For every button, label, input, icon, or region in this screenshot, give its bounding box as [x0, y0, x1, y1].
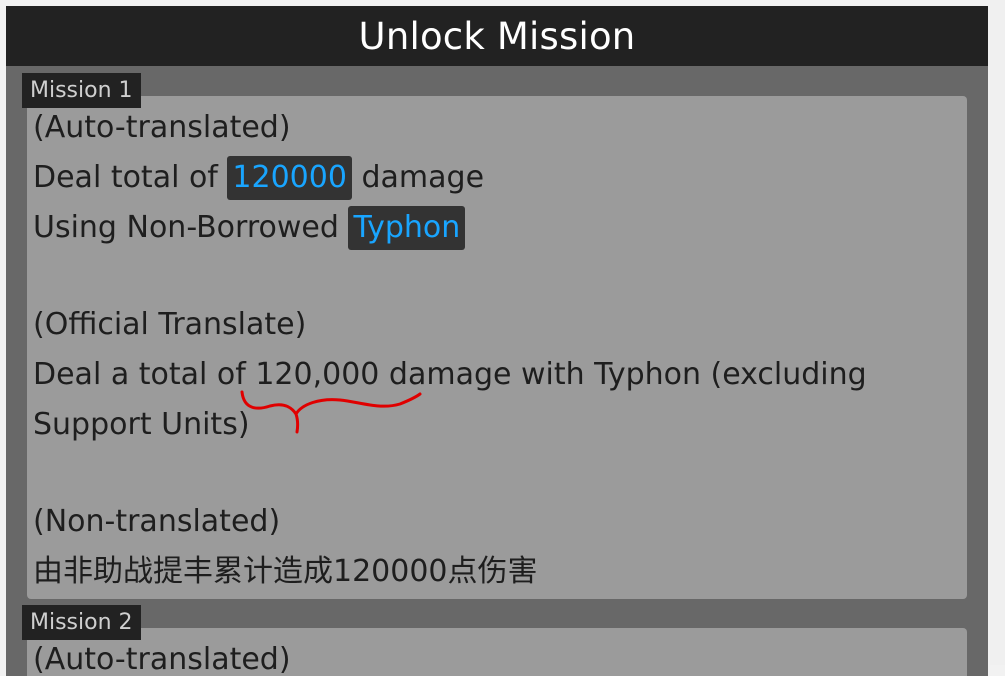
mission-1-tab-label: Mission 1 [30, 78, 133, 103]
auto-line2-prefix: Using Non-Borrowed [33, 210, 339, 245]
window-titlebar: Unlock Mission [6, 6, 988, 66]
mission-1-tab[interactable]: Mission 1 [22, 73, 141, 108]
auto-translated-line-1: Deal total of 120000 damage [33, 153, 961, 203]
window-title: Unlock Mission [358, 14, 636, 58]
mission-2-card: (Auto-translated) [27, 628, 967, 676]
unlock-mission-window: Unlock Mission Mission 1 (Auto-translate… [6, 6, 988, 676]
damage-value-highlight: 120000 [227, 156, 352, 200]
mission-2-tab[interactable]: Mission 2 [22, 605, 141, 640]
auto-line1-suffix: damage [361, 160, 485, 195]
auto-line1-prefix: Deal total of [33, 160, 218, 195]
non-translated-header: (Non-translated) [33, 504, 281, 539]
official-translate-text: Deal a total of 120,000 damage with Typh… [33, 357, 867, 442]
non-translated-text: 由非助战提丰累计造成120000点伤害 [33, 554, 538, 589]
unit-name-highlight: Typhon [348, 206, 466, 250]
mission-1-card: (Auto-translated) Deal total of 120000 d… [27, 96, 967, 599]
mission-2-tab-label: Mission 2 [30, 610, 133, 635]
auto-translated-line-2: Using Non-Borrowed Typhon [33, 203, 961, 253]
auto-translated-header: (Auto-translated) [33, 110, 291, 145]
vertical-scrollbar[interactable] [990, 0, 1005, 665]
auto-translated-header: (Auto-translated) [33, 642, 291, 676]
official-translate-header: (Official Translate) [33, 307, 307, 342]
